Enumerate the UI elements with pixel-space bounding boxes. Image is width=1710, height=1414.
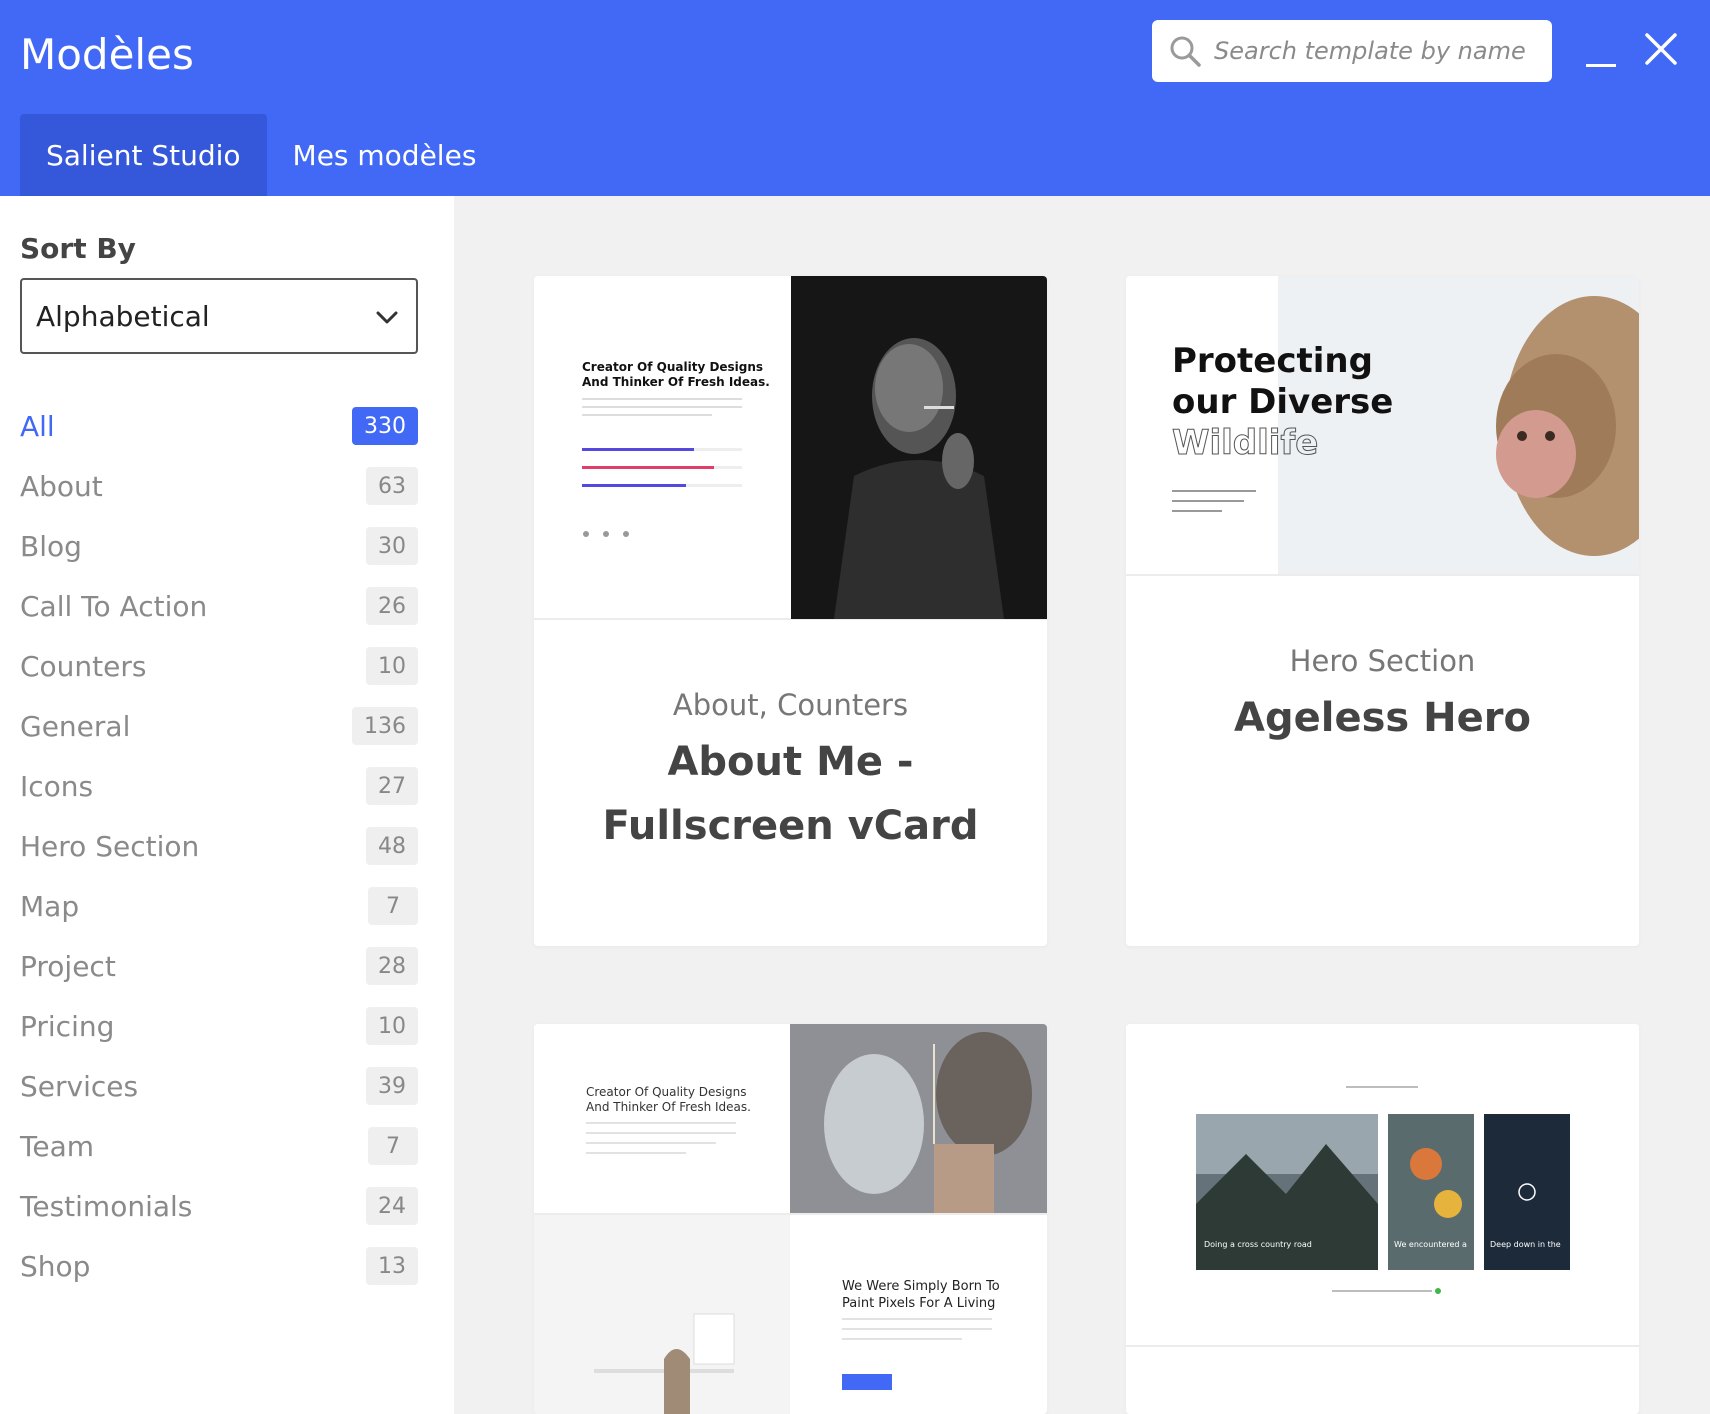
category-label: Team	[20, 1129, 95, 1163]
category-label: Testimonials	[20, 1189, 193, 1223]
preview-heading: Creator Of Quality Designs	[582, 360, 763, 374]
category-label: Blog	[20, 529, 82, 563]
card-title: Ageless Hero	[1234, 695, 1531, 741]
category-icons[interactable]: Icons 27	[20, 756, 418, 816]
category-label: Shop	[20, 1249, 91, 1283]
category-count: 330	[352, 407, 418, 445]
sort-label: Sort By	[20, 232, 136, 265]
minimize-button[interactable]	[1584, 40, 1618, 74]
category-count: 28	[366, 947, 418, 985]
category-project[interactable]: Project 28	[20, 936, 418, 996]
preview-caption: Doing a cross country road	[1204, 1240, 1312, 1249]
category-label: All	[20, 409, 55, 443]
category-team[interactable]: Team 7	[20, 1116, 418, 1176]
category-count: 7	[368, 887, 418, 925]
page-title: Modèles	[20, 30, 194, 79]
category-count: 136	[352, 707, 418, 745]
preview-heading: Wildlife	[1172, 423, 1318, 463]
category-count: 30	[366, 527, 418, 565]
category-label: General	[20, 709, 131, 743]
category-label: Pricing	[20, 1009, 115, 1043]
card-meta: Hero Section Ageless Hero	[1126, 644, 1639, 750]
category-count: 39	[366, 1067, 418, 1105]
card-title-line: Fullscreen vCard	[602, 803, 979, 849]
category-all[interactable]: All 330	[20, 396, 418, 456]
category-label: Project	[20, 949, 116, 983]
template-card[interactable]: Creator Of Quality Designs And Thinker O…	[534, 1024, 1047, 1414]
card-category: About, Counters	[672, 688, 909, 722]
category-label: Call To Action	[20, 589, 208, 623]
category-count: 27	[366, 767, 418, 805]
sidebar: Sort By Alphabetical All 330 About 63 Blog…	[0, 196, 454, 1414]
header-bar: Modèles Salient Studio Mes modèles	[0, 0, 1710, 196]
search-input[interactable]	[1214, 20, 1540, 82]
preview-caption: We encountered a	[1394, 1240, 1467, 1249]
category-label: Hero Section	[20, 829, 200, 863]
preview-heading: Protecting	[1172, 341, 1373, 381]
template-card-ageless-hero[interactable]: Protecting our Diverse Wildlife Hero Sec…	[1126, 276, 1639, 946]
template-card-about-me[interactable]: Creator Of Quality Designs And Thinker O…	[534, 276, 1047, 946]
category-testimonials[interactable]: Testimonials 24	[20, 1176, 418, 1236]
tab-salient-studio[interactable]: Salient Studio	[20, 114, 267, 196]
search-icon	[1170, 36, 1201, 67]
category-hero-section[interactable]: Hero Section 48	[20, 816, 418, 876]
preview-heading: We Were Simply Born To	[842, 1279, 1000, 1294]
sort-value: Alphabetical	[36, 300, 210, 333]
preview-heading: Creator Of Quality Designs	[586, 1085, 746, 1099]
category-shop[interactable]: Shop 13	[20, 1236, 418, 1296]
category-label: Map	[20, 889, 80, 923]
category-count: 10	[366, 647, 418, 685]
card-title: About Me - Fullscreen vCard	[534, 730, 1047, 858]
template-preview-image: Doing a cross country road We encountere…	[1126, 1024, 1639, 1414]
search-box[interactable]	[1152, 20, 1552, 82]
template-card[interactable]: Doing a cross country road We encountere…	[1126, 1024, 1639, 1414]
category-count: 10	[366, 1007, 418, 1045]
category-count: 26	[366, 587, 418, 625]
tab-bar: Salient Studio Mes modèles	[20, 114, 502, 196]
category-label: Counters	[20, 649, 147, 683]
preview-heading: And Thinker Of Fresh Ideas.	[582, 375, 770, 389]
category-services[interactable]: Services 39	[20, 1056, 418, 1116]
card-meta: About, Counters About Me - Fullscreen vC…	[534, 688, 1047, 858]
preview-caption: Deep down in the	[1490, 1240, 1561, 1249]
category-map[interactable]: Map 7	[20, 876, 418, 936]
category-counters[interactable]: Counters 10	[20, 636, 418, 696]
preview-heading: our Diverse	[1172, 382, 1393, 422]
category-label: Icons	[20, 769, 94, 803]
tab-mes-modeles[interactable]: Mes modèles	[267, 114, 503, 196]
category-count: 24	[366, 1187, 418, 1225]
category-count: 7	[368, 1127, 418, 1165]
template-preview-image: Creator Of Quality Designs And Thinker O…	[534, 276, 1047, 620]
preview-heading: Paint Pixels For A Living	[842, 1296, 995, 1311]
category-about[interactable]: About 63	[20, 456, 418, 516]
close-icon[interactable]	[1642, 30, 1680, 68]
category-list: All 330 About 63 Blog 30 Call To Action 26 C…	[20, 396, 418, 1296]
category-pricing[interactable]: Pricing 10	[20, 996, 418, 1056]
chevron-down-icon	[376, 311, 398, 324]
preview-heading: And Thinker Of Fresh Ideas.	[586, 1100, 751, 1114]
category-label: Services	[20, 1069, 139, 1103]
category-count: 48	[366, 827, 418, 865]
category-label: About	[20, 469, 103, 503]
card-title-line: About Me -	[667, 739, 914, 785]
category-call-to-action[interactable]: Call To Action 26	[20, 576, 418, 636]
category-general[interactable]: General 136	[20, 696, 418, 756]
category-count: 63	[366, 467, 418, 505]
template-preview-image: Creator Of Quality Designs And Thinker O…	[534, 1024, 1047, 1414]
category-count: 13	[366, 1247, 418, 1285]
card-category: Hero Section	[1289, 644, 1476, 678]
template-preview-image: Protecting our Diverse Wildlife	[1126, 276, 1639, 576]
sort-select[interactable]: Alphabetical	[20, 278, 418, 354]
category-blog[interactable]: Blog 30	[20, 516, 418, 576]
